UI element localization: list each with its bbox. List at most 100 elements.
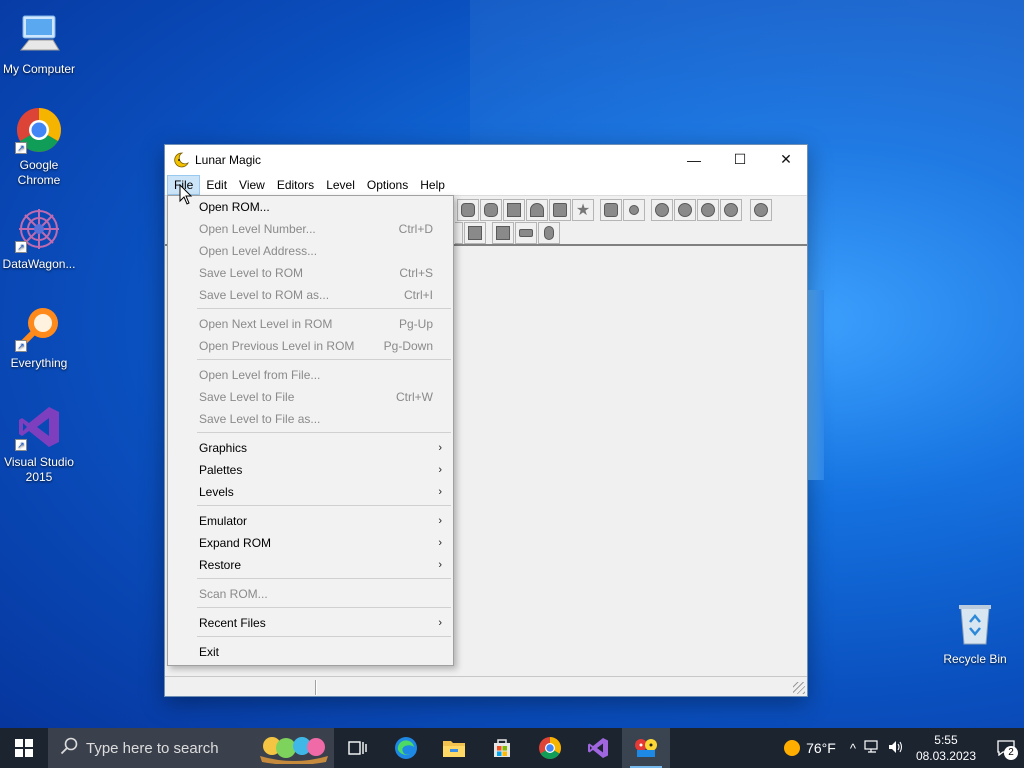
menu-item-recent-files[interactable]: Recent Files › bbox=[168, 612, 453, 634]
menu-item-label: Open Next Level in ROM bbox=[199, 317, 333, 331]
chrome-icon: ↗ bbox=[15, 106, 63, 154]
menu-item-exit[interactable]: Exit bbox=[168, 641, 453, 663]
menu-item-open-level-address[interactable]: Open Level Address... bbox=[168, 240, 453, 262]
mouse-cursor-icon bbox=[179, 183, 193, 206]
start-button[interactable] bbox=[0, 728, 48, 768]
toolbar-row-2 bbox=[455, 222, 561, 244]
toolbar-button[interactable] bbox=[623, 199, 645, 221]
menu-item-save-level-to-file[interactable]: Save Level to File Ctrl+W bbox=[168, 386, 453, 408]
desktop-icon-datawagon[interactable]: ↗ DataWagon... bbox=[0, 205, 78, 272]
toolbar-button[interactable] bbox=[480, 199, 502, 221]
sun-icon bbox=[784, 740, 801, 756]
toolbar-button[interactable] bbox=[549, 199, 571, 221]
toolbar-button[interactable] bbox=[464, 222, 486, 244]
toolbar-button[interactable] bbox=[503, 199, 525, 221]
menu-item-levels[interactable]: Levels › bbox=[168, 481, 453, 503]
chrome-icon bbox=[539, 737, 561, 759]
tool-icon bbox=[468, 226, 482, 240]
desktop-icon-visual-studio[interactable]: ↗ Visual Studio 2015 bbox=[0, 403, 78, 485]
toolbar-button[interactable] bbox=[457, 199, 479, 221]
menu-view[interactable]: View bbox=[233, 175, 271, 195]
taskbar-edge[interactable] bbox=[382, 728, 430, 768]
toolbar-button[interactable] bbox=[492, 222, 514, 244]
menu-separator bbox=[197, 308, 451, 309]
volume-icon[interactable] bbox=[888, 740, 904, 757]
menu-item-save-level-to-file-as[interactable]: Save Level to File as... bbox=[168, 408, 453, 430]
tool-icon bbox=[678, 203, 692, 217]
taskbar-store[interactable] bbox=[478, 728, 526, 768]
menu-help[interactable]: Help bbox=[414, 175, 451, 195]
toolbar-button[interactable] bbox=[720, 199, 742, 221]
toolbar-button[interactable] bbox=[651, 199, 673, 221]
maximize-button[interactable]: ☐ bbox=[717, 145, 763, 174]
menu-separator bbox=[197, 359, 451, 360]
menu-item-open-next-level-in-rom[interactable]: Open Next Level in ROM Pg-Up bbox=[168, 313, 453, 335]
minimize-button[interactable]: — bbox=[671, 145, 717, 174]
weather-widget[interactable]: 76°F bbox=[784, 740, 836, 756]
desktop-icon-my-computer[interactable]: My Computer bbox=[0, 10, 78, 77]
visual-studio-icon: ↗ bbox=[15, 403, 63, 451]
menu-item-label: Save Level to ROM as... bbox=[199, 288, 330, 302]
toolbar-button[interactable] bbox=[750, 199, 772, 221]
clock-time: 5:55 bbox=[934, 733, 958, 747]
menu-item-graphics[interactable]: Graphics › bbox=[168, 437, 453, 459]
notification-center-button[interactable]: 2 bbox=[988, 728, 1024, 768]
tool-icon bbox=[553, 203, 567, 217]
toolbar-button[interactable] bbox=[697, 199, 719, 221]
menu-editors[interactable]: Editors bbox=[271, 175, 320, 195]
menu-item-emulator[interactable]: Emulator › bbox=[168, 510, 453, 532]
menu-item-open-level-number[interactable]: Open Level Number... Ctrl+D bbox=[168, 218, 453, 240]
taskbar-visual-studio[interactable] bbox=[574, 728, 622, 768]
toolbar-button[interactable] bbox=[526, 199, 548, 221]
menu-item-open-previous-level-in-rom[interactable]: Open Previous Level in ROM Pg-Down bbox=[168, 335, 453, 357]
desktop-icon-label: Everything bbox=[10, 356, 68, 370]
menu-item-palettes[interactable]: Palettes › bbox=[168, 459, 453, 481]
taskbar-file-explorer[interactable] bbox=[430, 728, 478, 768]
menu-item-label: Exit bbox=[199, 645, 220, 659]
menu-item-open-rom[interactable]: Open ROM... bbox=[168, 196, 453, 218]
menu-item-label: Levels bbox=[199, 485, 234, 499]
menu-item-scan-rom[interactable]: Scan ROM... bbox=[168, 583, 453, 605]
menu-item-open-level-from-file[interactable]: Open Level from File... bbox=[168, 364, 453, 386]
menu-item-save-level-to-rom[interactable]: Save Level to ROM Ctrl+S bbox=[168, 262, 453, 284]
desktop-icon-everything[interactable]: ↗ Everything bbox=[0, 304, 78, 371]
toolbar-button[interactable] bbox=[455, 222, 463, 244]
taskbar-search-box[interactable]: Type here to search bbox=[48, 728, 334, 768]
task-view-button[interactable] bbox=[334, 728, 382, 768]
menu-item-shortcut: Pg-Down bbox=[383, 339, 433, 353]
desktop-icon-label: Visual Studio 2015 bbox=[4, 455, 74, 484]
menu-item-save-level-to-rom-as[interactable]: Save Level to ROM as... Ctrl+I bbox=[168, 284, 453, 306]
shortcut-arrow-icon: ↗ bbox=[15, 142, 27, 154]
taskbar-chrome[interactable] bbox=[526, 728, 574, 768]
tray-chevron-icon[interactable]: ^ bbox=[850, 741, 856, 756]
toolbar-button[interactable]: ★ bbox=[572, 199, 594, 221]
recycle-bin-icon bbox=[951, 600, 999, 648]
menu-bar: File Edit View Editors Level Options Hel… bbox=[165, 174, 807, 196]
submenu-arrow-icon: › bbox=[438, 442, 442, 454]
toolbar-button[interactable] bbox=[600, 199, 622, 221]
desktop-icon-label: Google Chrome bbox=[17, 158, 61, 187]
network-icon[interactable] bbox=[864, 739, 880, 757]
toolbar-button[interactable] bbox=[515, 222, 537, 244]
title-bar[interactable]: Lunar Magic — ☐ ✕ bbox=[165, 145, 807, 174]
menu-item-shortcut: Ctrl+S bbox=[399, 266, 433, 280]
menu-options[interactable]: Options bbox=[361, 175, 414, 195]
toolbar-button[interactable] bbox=[674, 199, 696, 221]
clock[interactable]: 5:55 08.03.2023 bbox=[916, 732, 976, 764]
taskbar-lunar-magic[interactable] bbox=[622, 728, 670, 768]
close-button[interactable]: ✕ bbox=[763, 145, 809, 174]
desktop-icon-google-chrome[interactable]: ↗ Google Chrome bbox=[0, 106, 78, 188]
tool-icon bbox=[544, 226, 554, 240]
submenu-arrow-icon: › bbox=[438, 486, 442, 498]
tool-icon bbox=[655, 203, 669, 217]
resize-grip[interactable] bbox=[793, 682, 805, 694]
menu-item-restore[interactable]: Restore › bbox=[168, 554, 453, 576]
toolbar-button[interactable] bbox=[538, 222, 560, 244]
menu-item-shortcut: Ctrl+W bbox=[396, 390, 433, 404]
menu-item-shortcut: Ctrl+D bbox=[398, 222, 433, 236]
menu-level[interactable]: Level bbox=[320, 175, 361, 195]
menu-item-expand-rom[interactable]: Expand ROM › bbox=[168, 532, 453, 554]
desktop-icon-recycle-bin[interactable]: Recycle Bin bbox=[936, 600, 1014, 667]
menu-separator bbox=[197, 607, 451, 608]
menu-edit[interactable]: Edit bbox=[200, 175, 233, 195]
